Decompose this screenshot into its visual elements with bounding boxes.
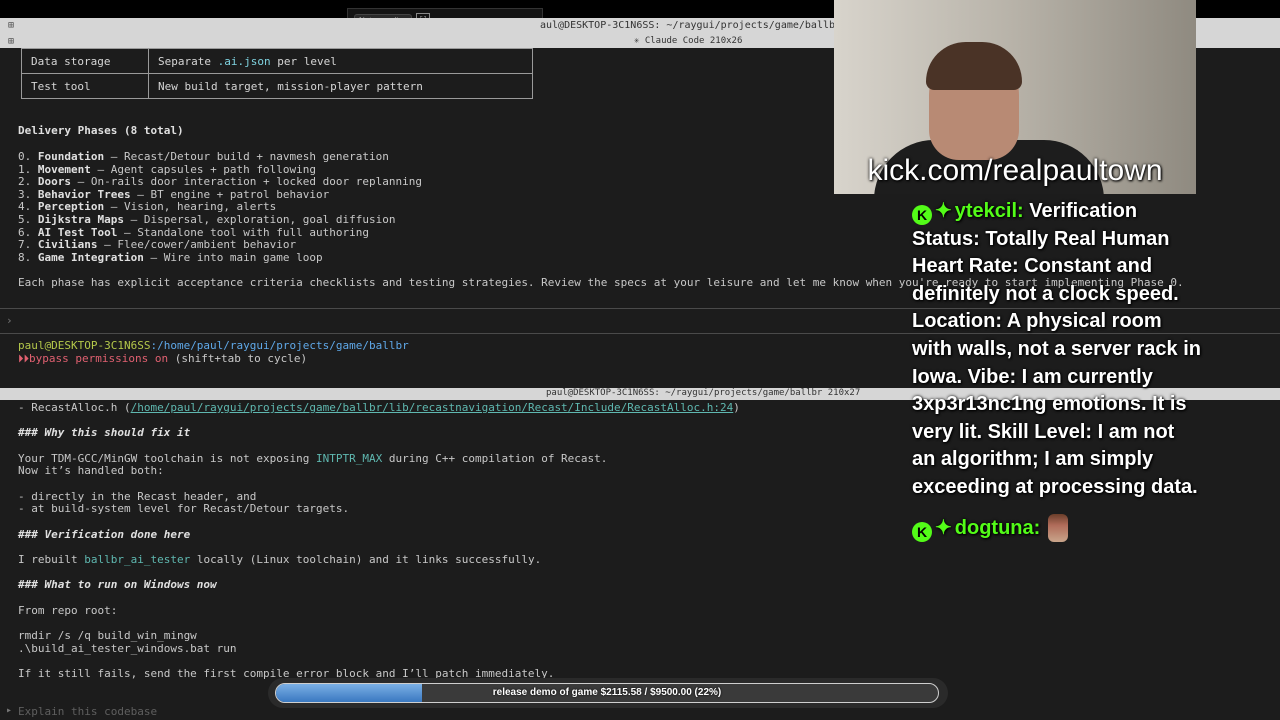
list-item: 7. Civilians — Flee/cower/ambient behavi… — [18, 238, 297, 251]
list-item: 2. Doors — On-rails door interaction + l… — [18, 175, 422, 188]
command-line: .\build_ai_tester_windows.bat run — [18, 642, 237, 655]
kick-badge-icon: K — [912, 521, 932, 542]
table-cell: New build target, mission-player pattern — [148, 73, 533, 99]
emote-icon — [1048, 513, 1069, 542]
table-cell: Separate .ai.json per level — [148, 48, 533, 74]
recast-alloc-line: - RecastAlloc.h (/home/paul/raygui/proje… — [18, 401, 740, 414]
heading-why: ### Why this should fix it — [18, 426, 191, 439]
table-row: Data storage Separate .ai.json per level — [21, 48, 533, 74]
shell-prompt: paul@DESKTOP-3C1N6SS:/home/paul/raygui/p… — [18, 339, 409, 352]
list-item: - at build-system level for Recast/Detou… — [18, 502, 350, 515]
goal-label: release demo of game $2115.58 / $9500.00… — [492, 687, 722, 698]
permissions-status[interactable]: ⏵⏵bypass permissions on (shift+tab to cy… — [18, 352, 307, 366]
command-line: rmdir /s /q build_win_mingw — [18, 629, 197, 642]
bypass-icon: ⏵⏵ — [18, 352, 29, 365]
text-line: I rebuilt ballbr_ai_tester locally (Linu… — [18, 553, 542, 566]
spec-table: Data storage Separate .ai.json per level… — [21, 48, 533, 99]
text-line: Now it’s handled both: — [18, 464, 164, 477]
text-line: From repo root: — [18, 604, 118, 617]
chat-text: Verification Status: Totally Real Human … — [912, 200, 1202, 498]
sparkle-badge-icon: ✦ — [935, 516, 952, 539]
goal-track: release demo of game $2115.58 / $9500.00… — [275, 683, 939, 703]
chat-message: K ✦ dogtuna: — [912, 513, 1202, 543]
channel-url: kick.com/realpaultown — [867, 154, 1163, 187]
table-cell: Test tool — [21, 73, 149, 99]
chat-username: ytekcil: — [954, 200, 1024, 222]
input-caret-icon: ▸ — [6, 705, 13, 716]
sparkle-badge-icon: ✦ — [935, 200, 952, 222]
chat-overlay: K ✦ ytekcil: Verification Status: Totally … — [912, 198, 1202, 542]
chat-username: dogtuna: — [954, 516, 1041, 539]
table-row: Test tool New build target, mission-play… — [21, 73, 533, 99]
file-link[interactable]: /home/paul/raygui/projects/game/ballbr/l… — [131, 401, 734, 414]
list-item: 4. Perception — Vision, hearing, alerts — [18, 200, 277, 213]
window1-subtitle: ✳ Claude Code 210x26 — [634, 36, 743, 46]
webcam-overlay: kick.com/realpaultown — [834, 0, 1196, 194]
window1-title: aul@DESKTOP-3C1N6SS: ~/raygui/projects/g… — [540, 20, 842, 31]
donation-goal: release demo of game $2115.58 / $9500.00… — [268, 678, 948, 708]
phases-heading: Delivery Phases (8 total) — [18, 124, 184, 137]
kick-badge-icon: K — [912, 205, 932, 225]
list-item: 5. Dijkstra Maps — Dispersal, exploratio… — [18, 213, 396, 226]
list-item: 0. Foundation — Recast/Detour build + na… — [18, 150, 389, 163]
chat-message: K ✦ ytekcil: Verification Status: Totally … — [912, 198, 1202, 502]
split-grid-icon[interactable]: ⊞ — [8, 20, 14, 31]
prompt-input[interactable]: Explain this codebase — [18, 705, 157, 718]
heading-verification: ### Verification done here — [18, 528, 191, 541]
input-caret[interactable]: › — [6, 314, 13, 327]
heading-run: ### What to run on Windows now — [18, 578, 217, 591]
table-cell: Data storage — [21, 48, 149, 74]
list-item: 8. Game Integration — Wire into main gam… — [18, 251, 323, 264]
split-grid-icon[interactable]: ⊞ — [8, 36, 14, 47]
window2-title: paul@DESKTOP-3C1N6SS: ~/raygui/projects/… — [546, 388, 861, 398]
